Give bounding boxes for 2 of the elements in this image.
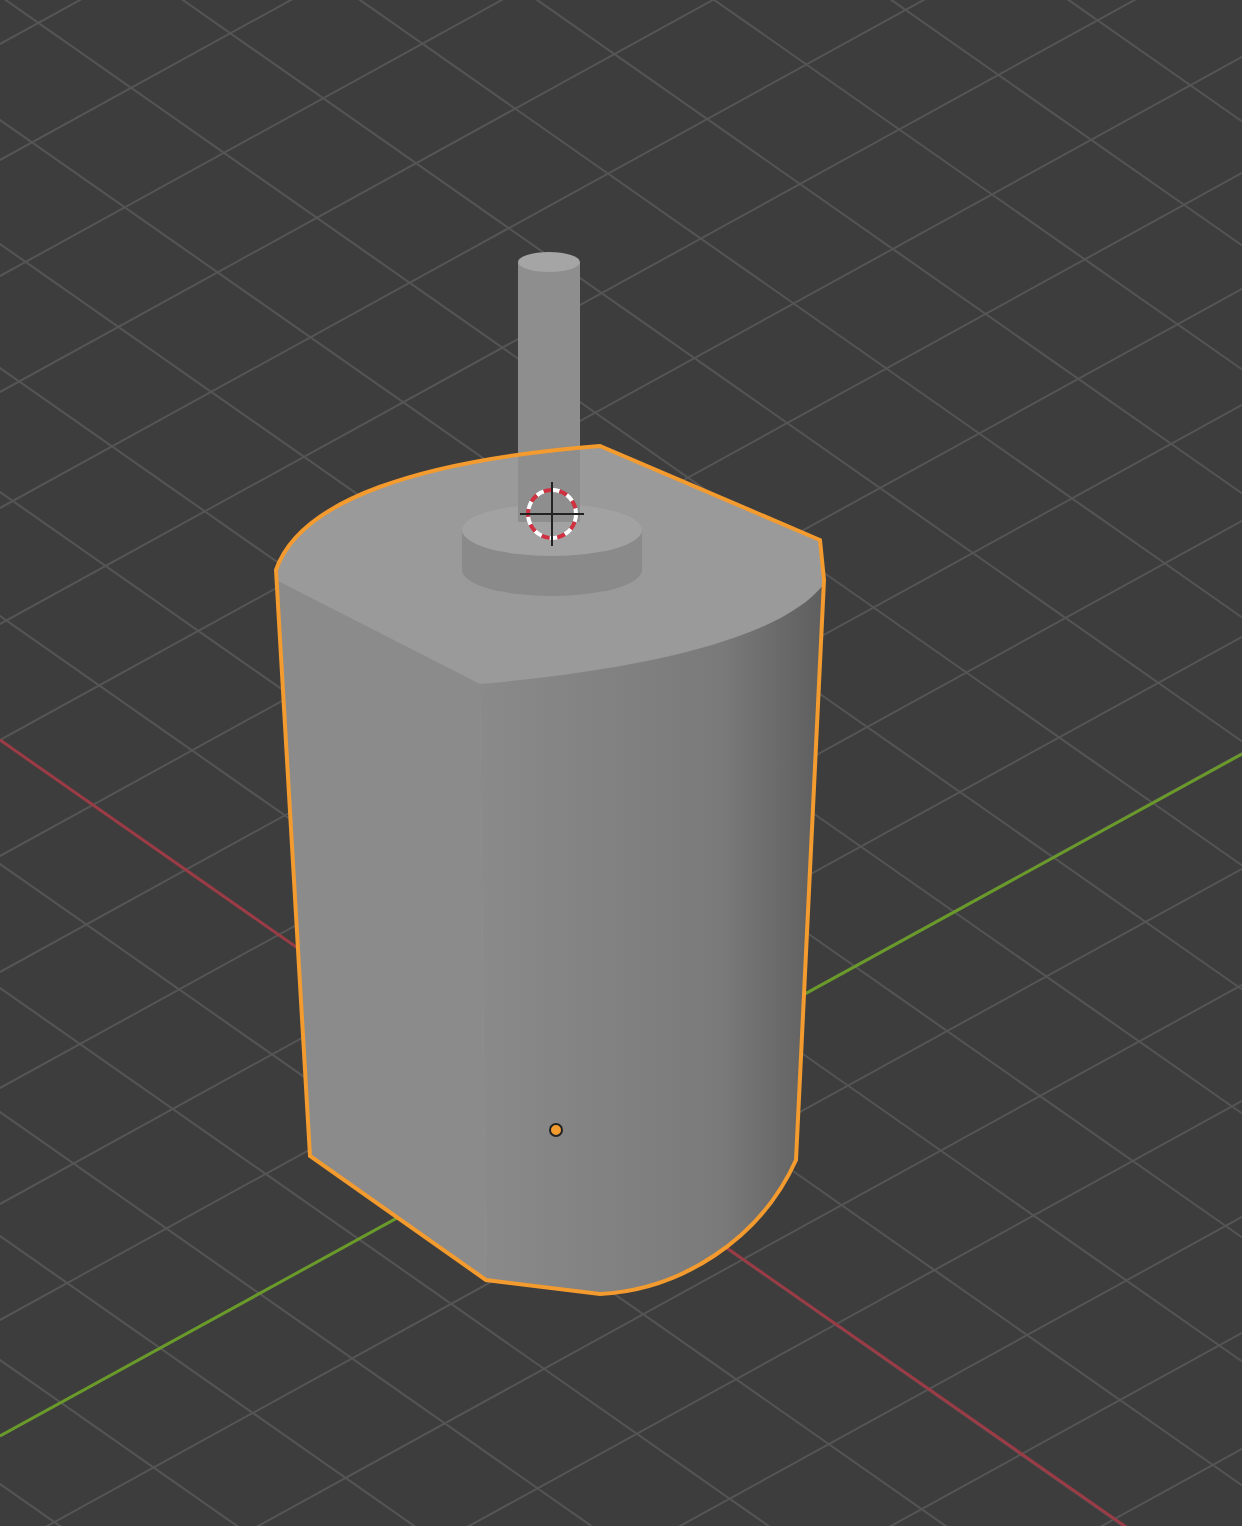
3d-cursor-icon xyxy=(519,481,585,547)
origin-dot-icon xyxy=(549,1123,563,1137)
